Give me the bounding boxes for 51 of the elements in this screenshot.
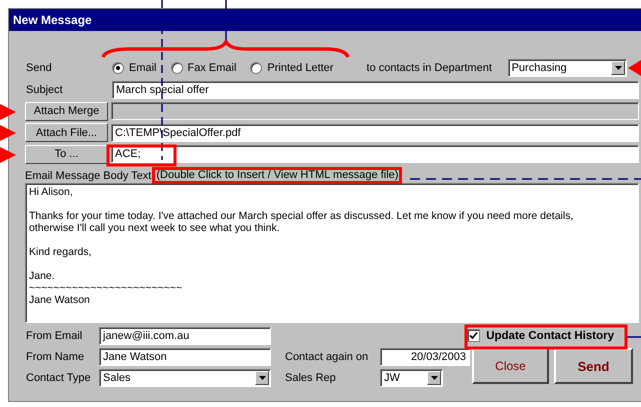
field-label: Subject (25, 84, 64, 96)
message-paragraph: Jane. ~~~~~~~~~~~~~~~~~~~~~~~~~ Jane Watson (29, 270, 184, 306)
from-name-field[interactable]: Jane Watson (99, 348, 271, 366)
date-field[interactable]: 20/03/2003 (380, 348, 470, 366)
to-button[interactable]: To ... (25, 144, 108, 164)
caret-icon (258, 376, 266, 380)
from-email-field[interactable]: janew@iii.com.au (99, 326, 271, 344)
leader-line (627, 336, 641, 338)
radio-option[interactable]: Fax Email (170, 62, 236, 74)
pointer-icon (628, 60, 641, 76)
field-label: Send (25, 62, 53, 74)
window-title: New Message (9, 9, 641, 31)
attach-merge-button[interactable]: Attach Merge (25, 102, 108, 121)
message-paragraph: Kind regards, (29, 246, 92, 258)
checkbox[interactable] (467, 329, 480, 342)
field-label: Contact again on (284, 350, 370, 362)
subject-field[interactable]: March special offer (112, 80, 639, 99)
dropdown-button[interactable] (427, 370, 441, 384)
message-paragraph: Thanks for your time today. I've attached our March special offer as discussed. Let me know if you need more details, otherwise I'll call you next week to see what you think. (29, 210, 574, 234)
caret-icon (614, 66, 622, 70)
check-icon (469, 331, 478, 340)
update-history-checkbox[interactable]: Update Contact History (467, 329, 614, 342)
close-button[interactable]: Close (472, 348, 549, 384)
department-dropdown[interactable]: Purchasing (508, 59, 627, 77)
pointer-icon (0, 147, 16, 163)
radio-button[interactable] (170, 62, 183, 74)
attach-file-button[interactable]: Attach File... (25, 123, 108, 142)
field-label: Email Message Body Text (25, 170, 152, 182)
field-label: From Name (25, 350, 86, 362)
leader-line (225, 0, 227, 42)
recipient-field[interactable]: ACE; (111, 145, 639, 164)
caret-icon (430, 376, 438, 380)
contact-type-dropdown[interactable]: Sales (99, 368, 271, 386)
field-label: to contacts in Department (366, 62, 493, 74)
send-button[interactable]: Send (554, 348, 633, 384)
field-label: From Email (25, 330, 84, 342)
highlight-frame (106, 144, 176, 166)
dropdown-button[interactable] (255, 370, 269, 384)
sales-rep-dropdown[interactable]: JW (380, 368, 443, 386)
hint-text: (Double Click to Insert / View HTML message file) (152, 167, 402, 184)
radio-option[interactable]: Email (112, 62, 157, 74)
message-body-field[interactable] (25, 183, 639, 323)
field-label: Sales Rep (284, 372, 337, 384)
pointer-icon (0, 125, 16, 141)
radio-button[interactable] (112, 62, 124, 74)
field-label: Contact Type (25, 372, 92, 384)
radio-button[interactable] (250, 62, 262, 74)
message-paragraph: Hi Alison, (29, 186, 74, 198)
dropdown-button[interactable] (611, 61, 625, 75)
radio-option[interactable]: Printed Letter (250, 62, 334, 74)
pointer-icon (0, 104, 16, 120)
